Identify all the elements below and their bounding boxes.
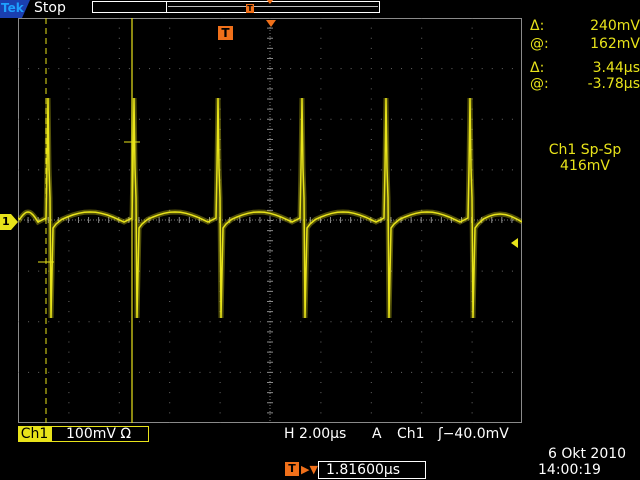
cursor-voltage-delta-value: 240mV: [590, 18, 640, 34]
cursor-voltage-delta-label: Δ:: [530, 18, 545, 34]
trigger-position-direction-icon: ▶▼: [301, 463, 318, 476]
cursor-time-delta-label: Δ:: [530, 60, 545, 76]
date: 6 Okt 2010: [548, 446, 627, 462]
run-status: Stop: [34, 0, 66, 16]
graticule-center-axes: [18, 18, 522, 423]
record-center-line: [168, 6, 378, 7]
cursor-voltage-at-label: @:: [530, 36, 549, 52]
cursor-voltage-at-value: 162mV: [590, 36, 640, 52]
measurement-value: 416mV: [560, 158, 610, 174]
tek-logo: Tek: [0, 0, 32, 18]
trigger-position-icon: T: [285, 462, 299, 476]
horizontal-scale: H 2.00µs: [284, 426, 347, 442]
record-position-marker-icon: [266, 0, 274, 4]
record-trigger-marker: T: [246, 4, 254, 13]
trigger-point-marker[interactable]: T: [218, 26, 233, 40]
time: 14:00:19: [538, 462, 601, 478]
cursor-voltage-position: @: 162mV: [530, 36, 640, 52]
trigger-position-value: 1.81600µs: [326, 462, 401, 478]
trigger-position-arrow-icon[interactable]: [266, 20, 276, 27]
channel-scale: 100mV Ω: [66, 426, 132, 442]
trigger-level-arrow-icon[interactable]: [511, 238, 518, 248]
waveform-graticule: [18, 18, 522, 423]
cursor-time-at-value: -3.78µs: [587, 76, 640, 92]
trigger-source: Ch1: [397, 426, 425, 442]
channel-label[interactable]: Ch1: [18, 426, 51, 442]
trigger-mode: A: [372, 426, 382, 442]
measurement-name: Ch1 Sp-Sp: [548, 142, 622, 158]
cursor-time-at-label: @:: [530, 76, 549, 92]
cursor-time-delta-value: 3.44µs: [592, 60, 640, 76]
cursor-time-delta: Δ: 3.44µs: [530, 60, 640, 76]
ch1-marker-label: 1: [2, 215, 10, 228]
cursor-voltage-delta: Δ: 240mV: [530, 18, 640, 34]
tek-logo-text: Tek: [1, 1, 24, 15]
trigger-level: ʃ−40.0mV: [438, 426, 509, 442]
cursor-time-position: @: -3.78µs: [530, 76, 640, 92]
ch1-ground-marker[interactable]: 1: [0, 214, 18, 230]
